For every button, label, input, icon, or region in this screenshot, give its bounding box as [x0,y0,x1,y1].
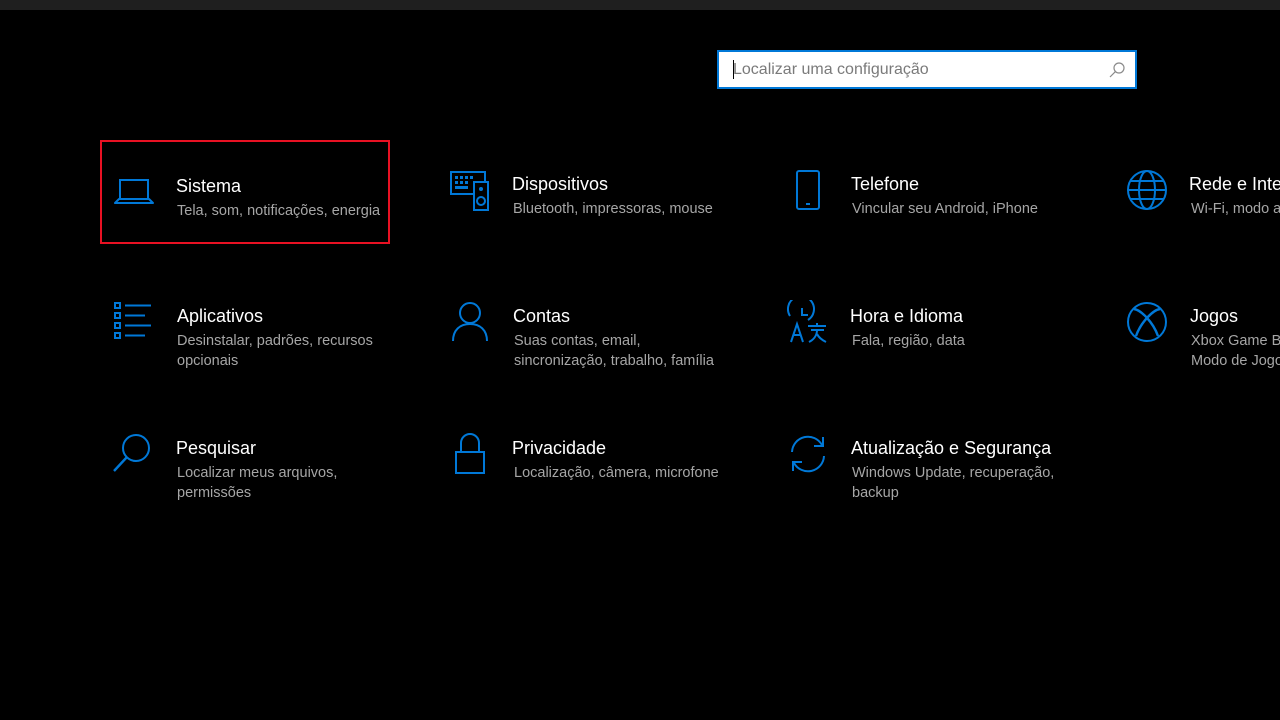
tile-title: Jogos [1190,306,1239,326]
tile-description: Windows Update, recuperação, backup [852,465,1055,501]
tile-jogos[interactable]: Jogos Xbox Game B Modo de Jogo [1114,272,1280,376]
tile-title: Atualização e Segurança [851,438,1052,458]
tile-description: Tela, som, notificações, energia [177,203,381,219]
phone-icon [786,168,830,212]
tile-atualizacao-seguranca[interactable]: Atualização e Segurança Windows Update, … [776,404,1066,508]
time-language-icon [786,300,830,344]
magnifier-icon[interactable] [1108,61,1126,79]
tile-description: Desinstalar, padrões, recursos opcionais [177,333,373,369]
tile-pesquisar[interactable]: Pesquisar Localizar meus arquivos, permi… [100,404,390,508]
settings-window: Sistema Tela, som, notificações, energia… [0,0,1280,720]
tile-description: Wi-Fi, modo a [1191,201,1280,217]
title-bar [0,0,1280,10]
keyboard-speaker-icon [448,168,492,212]
sync-icon [786,432,830,476]
tile-telefone[interactable]: Telefone Vincular seu Android, iPhone [776,140,1066,244]
apps-list-icon [110,300,154,344]
tile-title: Hora e Idioma [850,306,964,326]
tile-title: Aplicativos [177,306,264,326]
lock-icon [448,432,492,476]
text-caret [733,60,734,79]
tile-hora-idioma[interactable]: Hora e Idioma Fala, região, data [776,272,1066,376]
tile-dispositivos[interactable]: Dispositivos Bluetooth, impressoras, mou… [438,140,728,244]
globe-icon [1125,168,1169,212]
tile-title: Telefone [851,174,920,194]
tile-rede-internet[interactable]: Rede e Inter Wi-Fi, modo a [1114,140,1280,244]
tile-title: Contas [513,306,571,326]
xbox-icon [1125,300,1169,344]
tile-contas[interactable]: Contas Suas contas, email, sincronização… [438,272,728,376]
tile-description: Vincular seu Android, iPhone [852,201,1038,217]
tile-title: Pesquisar [176,438,257,458]
tile-title: Dispositivos [512,174,609,194]
tile-description: Localização, câmera, microfone [514,465,719,481]
tile-description: Xbox Game B Modo de Jogo [1191,333,1280,369]
tile-aplicativos[interactable]: Aplicativos Desinstalar, padrões, recurs… [100,272,390,376]
laptop-icon [112,170,156,214]
tile-title: Sistema [176,176,242,196]
person-icon [448,300,492,344]
tile-title: Privacidade [512,438,607,458]
tile-sistema[interactable]: Sistema Tela, som, notificações, energia [100,140,390,244]
tile-description: Suas contas, email, sincronização, traba… [514,333,714,369]
search-input[interactable] [719,52,1099,87]
tile-privacidade[interactable]: Privacidade Localização, câmera, microfo… [438,404,728,508]
search-box[interactable] [717,50,1137,89]
tile-title: Rede e Inter [1189,174,1280,194]
search-icon [110,432,154,476]
tile-description: Fala, região, data [852,333,965,349]
tile-description: Localizar meus arquivos, permissões [177,465,338,501]
tile-description: Bluetooth, impressoras, mouse [513,201,713,217]
